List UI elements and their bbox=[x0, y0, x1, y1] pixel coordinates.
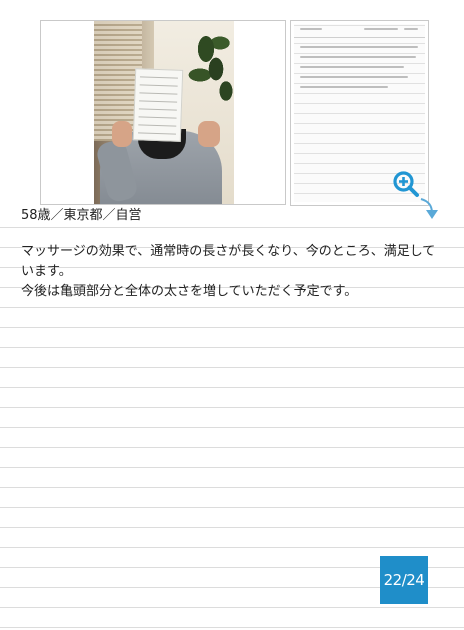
testimonial-line: マッサージの効果で、通常時の長さが長くなり、今のところ、満足しています。 bbox=[21, 244, 436, 279]
page-counter-badge: 22/24 bbox=[380, 556, 428, 604]
customer-photo-frame bbox=[40, 20, 286, 205]
testimonial-page: 58歳／東京都／自営 マッサージの効果で、通常時の長さが長くなり、今のところ、満… bbox=[0, 0, 464, 630]
held-letter bbox=[132, 68, 184, 142]
curved-arrow-icon bbox=[418, 197, 440, 221]
testimonial-text: マッサージの効果で、通常時の長さが長くなり、今のところ、満足しています。 今後は… bbox=[21, 242, 443, 302]
zoom-in-icon[interactable] bbox=[392, 170, 420, 198]
customer-photo bbox=[94, 21, 234, 204]
testimonial-line: 今後は亀頭部分と全体の太さを増していただく予定です。 bbox=[21, 284, 358, 299]
customer-profile: 58歳／東京都／自営 bbox=[21, 206, 142, 226]
